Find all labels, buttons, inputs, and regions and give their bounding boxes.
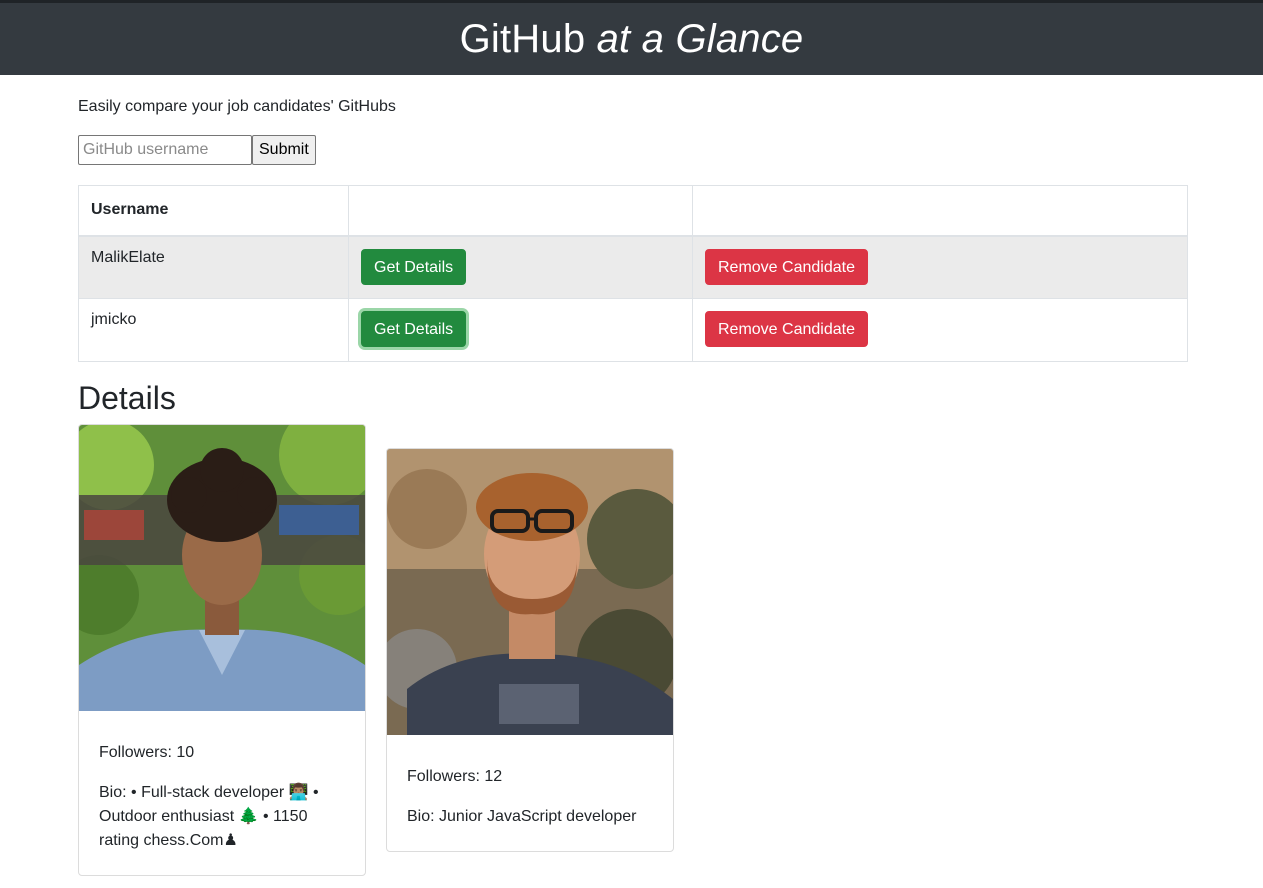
- title-italic: at a Glance: [596, 16, 804, 61]
- followers-text: Followers: 12: [407, 768, 503, 785]
- bio-text: Bio: • Full-stack developer 👨🏽‍💻 • Outdo…: [99, 784, 319, 849]
- avatar: [387, 449, 673, 735]
- candidates-table: Username MalikElate Get Details Remove C…: [78, 185, 1188, 362]
- avatar: [79, 425, 365, 711]
- username-input[interactable]: [78, 135, 252, 165]
- get-details-button[interactable]: Get Details: [361, 311, 467, 347]
- page-title: GitHub at a Glance: [460, 17, 804, 62]
- card-body: Followers: 10 Bio: • Full-stack develope…: [79, 711, 365, 873]
- candidate-card: Followers: 12 Bio: Junior JavaScript dev…: [386, 448, 674, 852]
- username-cell: jmicko: [78, 298, 349, 362]
- search-form: Submit: [78, 135, 316, 165]
- table-row: MalikElate Get Details Remove Candidate: [78, 235, 1188, 299]
- username-cell: MalikElate: [78, 235, 349, 299]
- remove-header: [692, 185, 1188, 237]
- app-header: GitHub at a Glance: [0, 0, 1263, 75]
- remove-candidate-button[interactable]: Remove Candidate: [705, 248, 868, 285]
- details-header: [348, 185, 693, 237]
- get-details-button[interactable]: Get Details: [361, 248, 467, 285]
- tagline: Easily compare your job candidates' GitH…: [78, 98, 396, 115]
- table-header-row: Username: [78, 185, 1188, 237]
- details-cell: Get Details: [348, 298, 693, 362]
- submit-button[interactable]: Submit: [252, 135, 316, 165]
- table-row: jmicko Get Details Remove Candidate: [78, 298, 1188, 362]
- title-prefix: GitHub: [459, 16, 597, 61]
- followers-text: Followers: 10: [99, 744, 195, 761]
- username-header: Username: [78, 185, 349, 237]
- remove-candidate-button[interactable]: Remove Candidate: [705, 311, 868, 347]
- card-body: Followers: 12 Bio: Junior JavaScript dev…: [387, 735, 673, 849]
- remove-cell: Remove Candidate: [692, 235, 1188, 299]
- candidate-card: Followers: 10 Bio: • Full-stack develope…: [78, 424, 366, 876]
- remove-cell: Remove Candidate: [692, 298, 1188, 362]
- details-cell: Get Details: [348, 235, 693, 299]
- bio-text: Bio: Junior JavaScript developer: [407, 808, 637, 825]
- details-heading: Details: [78, 380, 176, 416]
